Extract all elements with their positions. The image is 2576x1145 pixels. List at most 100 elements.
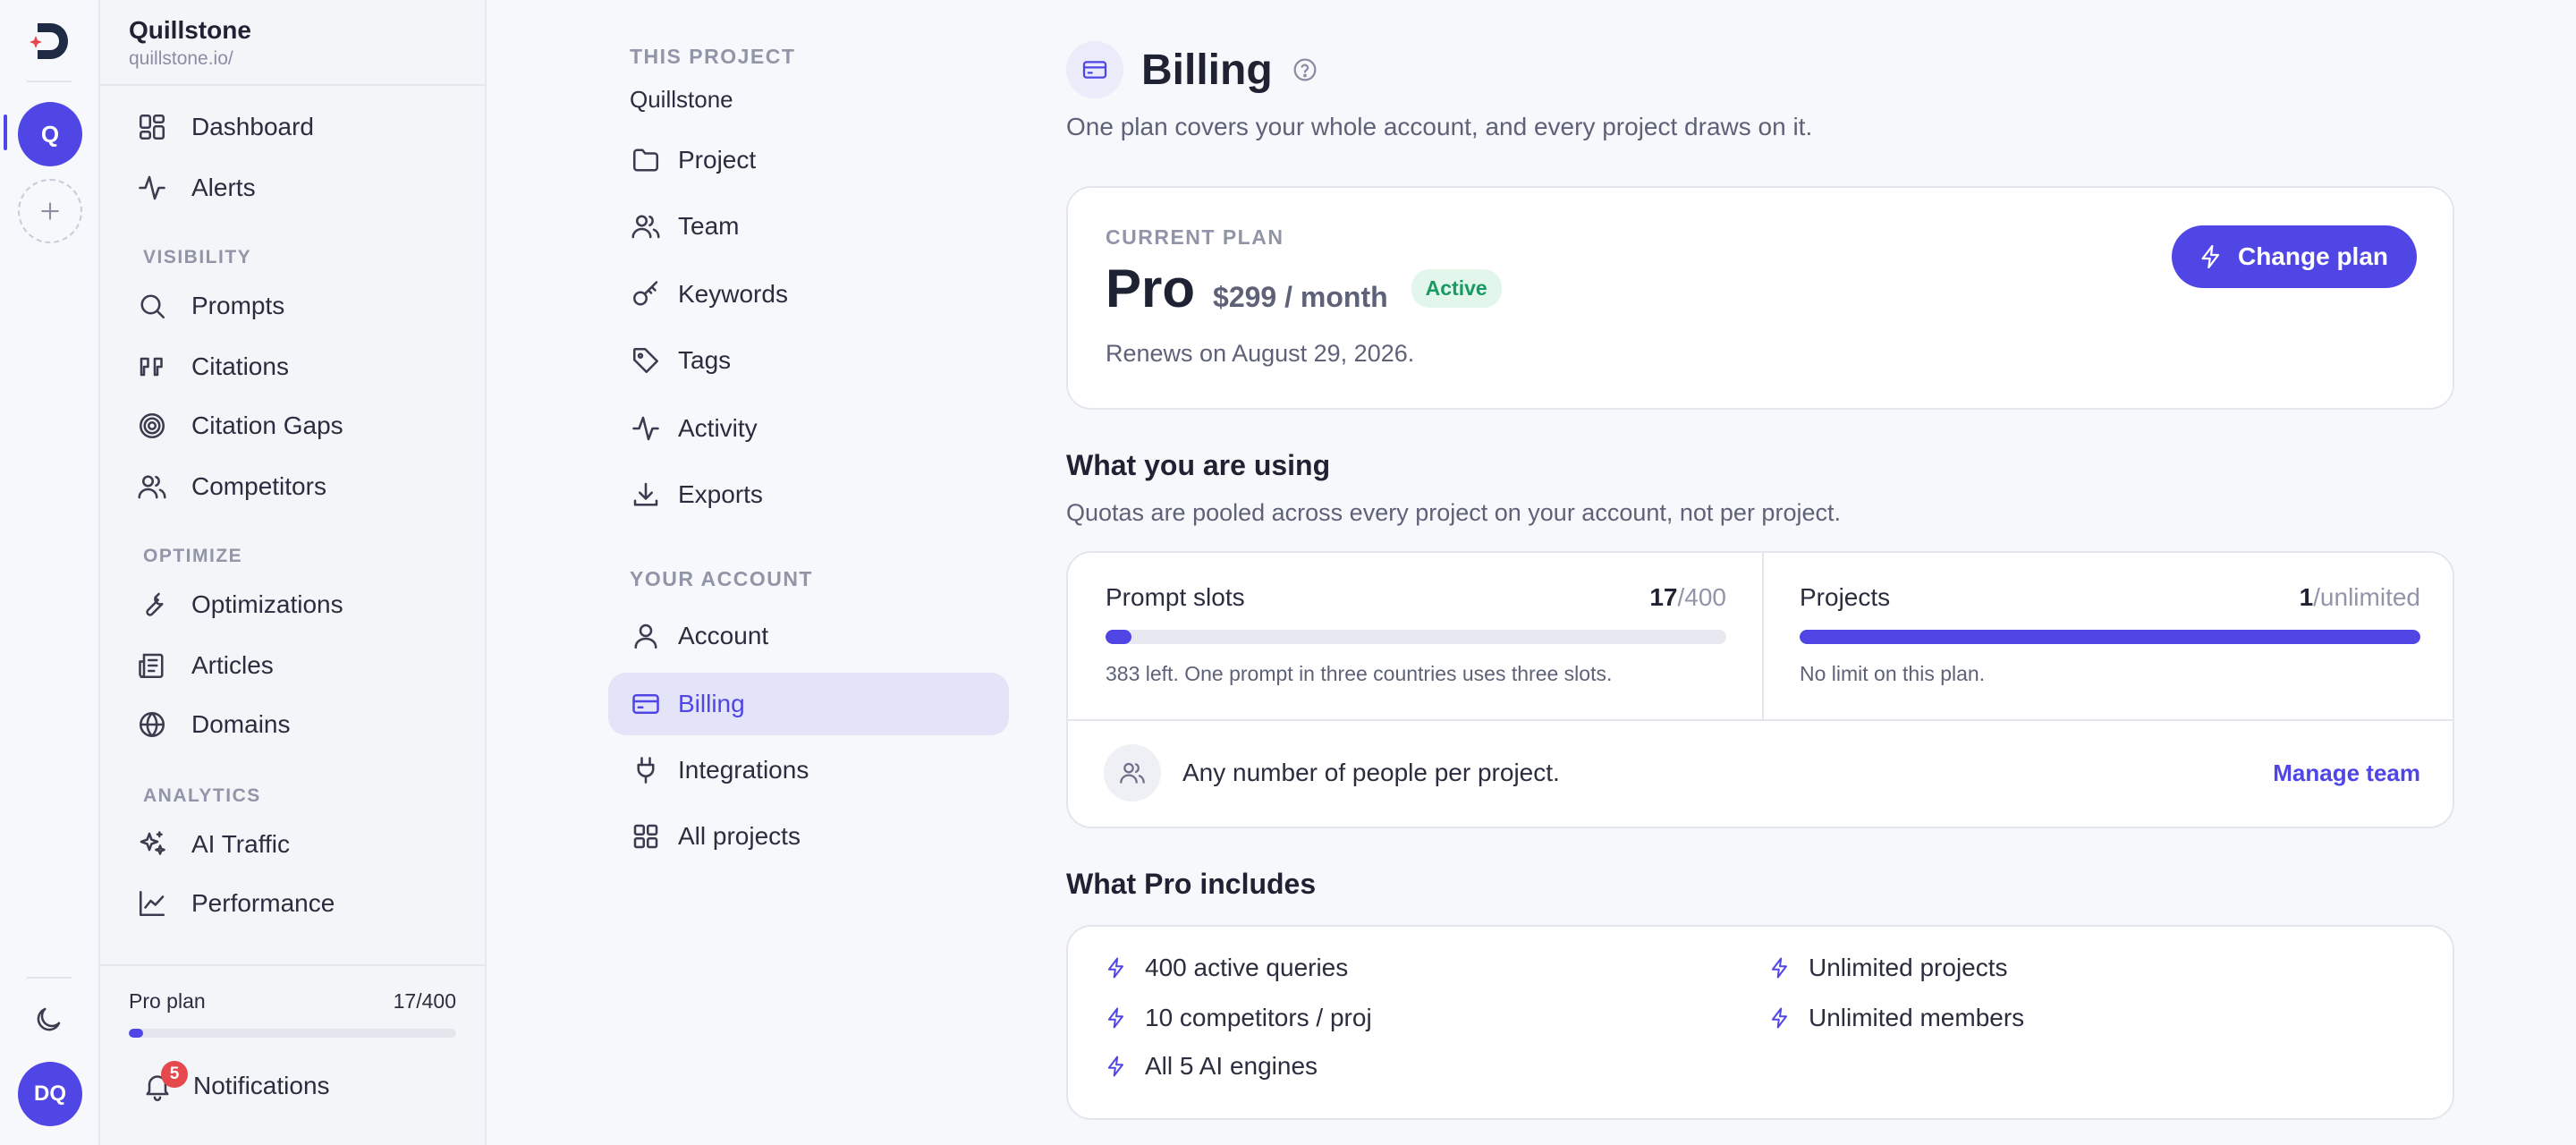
active-indicator xyxy=(4,114,7,150)
billing-header-icon-wrapper xyxy=(1066,41,1123,98)
sidebar-item-citations[interactable]: Citations xyxy=(136,344,289,390)
settings-item-label: Integrations xyxy=(678,756,809,784)
page-title: Billing xyxy=(1141,46,1273,94)
settings-item-all-projects[interactable]: All projects xyxy=(608,805,1009,868)
plan-includes-card: 400 active queries Unlimited projects 10… xyxy=(1066,925,2454,1120)
sidebar-item-optimizations[interactable]: Optimizations xyxy=(136,581,343,628)
renewal-date: Renews on August 29, 2026. xyxy=(1106,340,1415,367)
prompt-slots-label: Prompt slots xyxy=(1106,583,1245,611)
plan-usage-bar-fill xyxy=(129,1029,143,1038)
tag-icon xyxy=(632,347,659,374)
sidebar-item-ai-traffic[interactable]: AI Traffic xyxy=(136,821,290,868)
settings-item-label: Keywords xyxy=(678,280,788,308)
add-workspace-button[interactable] xyxy=(18,179,82,243)
workspace-avatar[interactable]: Q xyxy=(18,102,82,166)
settings-item-account[interactable]: Account xyxy=(608,605,1009,667)
quote-icon xyxy=(140,357,163,377)
sidebar-divider xyxy=(100,964,487,966)
plan-price: $299 / month xyxy=(1213,281,1388,313)
team-text: Any number of people per project. xyxy=(1182,759,1560,786)
workspace-url: quillstone.io/ xyxy=(129,48,233,69)
rail-divider xyxy=(27,81,72,82)
status-badge: Active xyxy=(1411,269,1502,308)
app-logo-icon[interactable] xyxy=(25,16,75,66)
includes-item-label: Unlimited projects xyxy=(1809,954,2008,981)
sidebar-item-alerts[interactable]: Alerts xyxy=(136,165,256,211)
activity-icon xyxy=(632,416,659,441)
manage-team-link[interactable]: Manage team xyxy=(2273,759,2420,787)
download-icon xyxy=(633,482,658,506)
includes-item-label: 400 active queries xyxy=(1145,954,1349,981)
change-plan-button[interactable]: Change plan xyxy=(2171,225,2417,288)
lightning-icon xyxy=(2201,244,2220,269)
projects-meter: Projects 1/unlimited No limit on this pl… xyxy=(1800,583,2420,686)
lightning-icon xyxy=(1771,1007,1787,1029)
settings-item-billing[interactable]: Billing xyxy=(608,673,1009,735)
sidebar-item-label: Citations xyxy=(191,352,289,380)
sidebar-item-dashboard[interactable]: Dashboard xyxy=(136,104,314,150)
includes-item: All 5 AI engines xyxy=(1104,1052,1318,1081)
sidebar-item-label: Performance xyxy=(191,889,335,917)
sidebar-item-label: Citation Gaps xyxy=(191,411,343,439)
notifications-button[interactable]: 5 Notifications xyxy=(141,1061,330,1102)
settings-item-project[interactable]: Project xyxy=(608,129,1009,191)
settings-section-your-account: YOUR ACCOUNT xyxy=(630,567,813,590)
activity-icon xyxy=(139,175,165,200)
theme-toggle-button[interactable] xyxy=(32,1004,64,1036)
settings-item-team[interactable]: Team xyxy=(608,195,1009,258)
settings-item-label: Account xyxy=(678,622,769,649)
projects-bar xyxy=(1800,630,2420,644)
sidebar-plan-usage[interactable]: Pro plan 17/400 xyxy=(129,989,456,1014)
prompt-slots-bar-fill xyxy=(1106,630,1132,644)
settings-item-integrations[interactable]: Integrations xyxy=(608,739,1009,802)
grid-icon xyxy=(633,824,658,849)
help-circle-icon xyxy=(1293,58,1317,81)
settings-section-this-project: THIS PROJECT xyxy=(630,45,796,68)
plug-icon xyxy=(637,757,655,784)
settings-item-keywords[interactable]: Keywords xyxy=(608,263,1009,326)
credit-card-icon xyxy=(632,693,659,715)
key-icon xyxy=(632,281,658,306)
wrench-icon xyxy=(146,592,164,616)
globe-icon xyxy=(139,711,165,738)
sidebar-item-competitors[interactable]: Competitors xyxy=(136,463,326,510)
notifications-label: Notifications xyxy=(193,1072,330,1099)
sidebar-item-citation-gaps[interactable]: Citation Gaps xyxy=(136,403,343,449)
team-icon-wrapper xyxy=(1104,744,1161,802)
sidebar-item-performance[interactable]: Performance xyxy=(136,880,335,927)
help-button[interactable] xyxy=(1291,55,1319,84)
billing-page: Billing One plan covers your whole accou… xyxy=(1066,0,2454,1145)
sidebar-item-domains[interactable]: Domains xyxy=(136,701,290,748)
user-avatar[interactable]: DQ xyxy=(18,1062,82,1126)
usage-divider xyxy=(1068,719,2453,721)
sidebar-item-articles[interactable]: Articles xyxy=(136,642,274,689)
sidebar-item-label: Prompts xyxy=(191,292,285,319)
settings-item-exports[interactable]: Exports xyxy=(608,463,1009,526)
usage-divider xyxy=(1762,553,1764,719)
page-subtitle: One plan covers your whole account, and … xyxy=(1066,113,1813,140)
projects-limit: /unlimited xyxy=(2313,583,2420,611)
plan-name: Pro xyxy=(1106,259,1196,318)
lightning-icon xyxy=(1107,957,1123,979)
settings-item-activity[interactable]: Activity xyxy=(608,397,1009,460)
sidebar-item-label: Dashboard xyxy=(191,113,314,140)
prompt-slots-bar xyxy=(1106,630,1726,644)
rail-divider xyxy=(27,977,72,979)
sparkles-icon xyxy=(140,831,165,855)
sidebar-item-label: Alerts xyxy=(191,174,256,201)
dashboard-icon xyxy=(139,114,165,140)
sidebar-item-label: Domains xyxy=(191,710,291,738)
sidebar-item-prompts[interactable]: Prompts xyxy=(136,283,284,329)
plan-label: Pro plan xyxy=(129,989,206,1013)
plus-icon xyxy=(41,202,59,220)
sidebar-item-label: Optimizations xyxy=(191,590,343,618)
includes-item-label: All 5 AI engines xyxy=(1145,1052,1318,1080)
plan-usage-bar xyxy=(129,1029,456,1038)
users-icon xyxy=(1120,762,1145,784)
prompt-slots-limit: /400 xyxy=(1677,583,1727,611)
workspace-switcher[interactable]: Quillstone quillstone.io/ xyxy=(129,16,251,70)
settings-item-tags[interactable]: Tags xyxy=(608,329,1009,392)
sidebar-section-optimize: OPTIMIZE xyxy=(143,546,243,566)
usage-card: Prompt slots 17/400 383 left. One prompt… xyxy=(1066,551,2454,828)
usage-section-title: What you are using xyxy=(1066,449,1331,481)
